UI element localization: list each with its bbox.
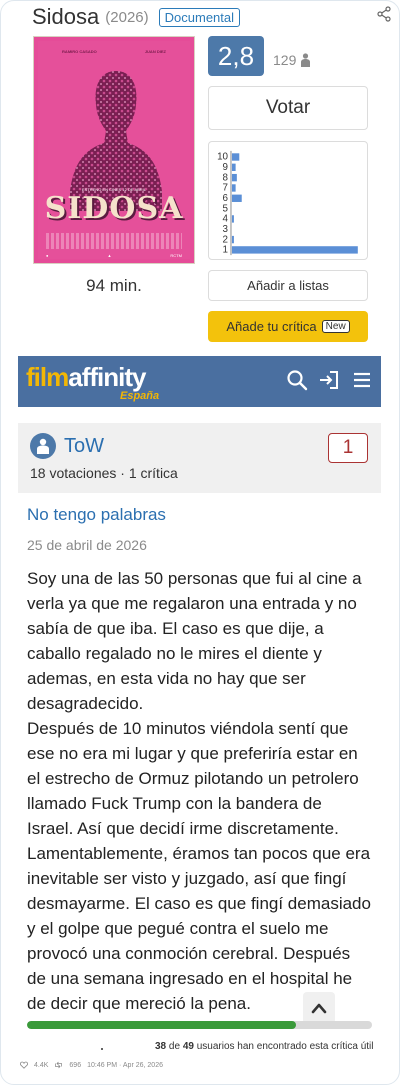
menu-icon[interactable]	[352, 370, 372, 390]
reposts-count: 696	[69, 1061, 82, 1069]
login-icon[interactable]	[318, 369, 340, 391]
useful-summary: 38 de 49 usuarios han encontrado esta cr…	[155, 1041, 374, 1052]
movie-title: Sidosa	[32, 4, 100, 29]
movie-poster[interactable]: RAMIRO CASADO JUAN DIEZ ESTRENO EN CINES…	[33, 36, 195, 264]
average-rating: 2,8	[208, 36, 264, 76]
post-timestamp: 10:46 PM · Apr 26, 2026	[87, 1061, 163, 1069]
user-score: 1	[328, 433, 368, 463]
histogram-label-10: 10	[217, 152, 228, 163]
review-date: 25 de abril de 2026	[27, 537, 147, 553]
scroll-to-top-button[interactable]	[303, 992, 335, 1024]
poster-logo-right: RCTM	[170, 253, 182, 258]
share-icon[interactable]	[376, 6, 392, 22]
search-icon[interactable]	[286, 369, 308, 391]
histogram-bar-4	[231, 215, 234, 223]
user-avatar-icon	[37, 438, 49, 454]
histogram-bar-1	[231, 246, 358, 254]
histogram-bar-10	[231, 153, 240, 161]
histogram-bar-7	[231, 184, 236, 192]
histogram-bar-9	[231, 163, 236, 172]
separator-dot	[101, 1048, 103, 1050]
movie-duration: 94 min.	[86, 276, 142, 295]
vote-button[interactable]: Votar	[208, 86, 368, 130]
histogram-label-4: 4	[223, 214, 229, 225]
rating-histogram: 10987654321	[208, 141, 368, 260]
filmaffinity-navbar: filmaffinity España	[18, 356, 381, 407]
poster-actor-left: RAMIRO CASADO	[62, 49, 97, 54]
histogram-bar-8	[231, 173, 237, 182]
logo-part-film: film	[26, 362, 69, 392]
poster-logo-b: ▲	[107, 253, 112, 258]
histogram-label-8: 8	[223, 172, 229, 183]
histogram-label-6: 6	[223, 193, 229, 204]
poster-title: SIDOSA	[44, 191, 184, 226]
chevron-up-icon	[311, 1003, 327, 1014]
histogram-label-5: 5	[223, 203, 229, 214]
review-paragraph-2: Después de 10 minutos viéndola sentí que…	[27, 719, 371, 1013]
useful-count: 38	[155, 1041, 167, 1052]
logo-country: España	[120, 390, 160, 402]
histogram-label-7: 7	[223, 183, 228, 194]
histogram-label-1: 1	[223, 245, 228, 256]
votes-count-group: 129	[273, 52, 311, 68]
poster-logo-a: ●	[46, 253, 49, 258]
histogram-label-3: 3	[223, 224, 229, 235]
reviewer-card: ToW 18 votaciones · 1 crítica 1	[18, 423, 381, 493]
user-name[interactable]: ToW	[64, 435, 104, 458]
poster-actors: RAMIRO CASADO JUAN DIEZ	[38, 49, 190, 54]
add-review-button[interactable]: Añade tu crítica New	[208, 311, 368, 342]
useful-total: 49	[182, 1041, 194, 1052]
poster-actor-right: JUAN DIEZ	[144, 49, 166, 54]
add-to-lists-button[interactable]: Añadir a listas	[208, 270, 368, 301]
histogram-bar-2	[231, 235, 234, 244]
histogram-bar-6	[231, 194, 242, 202]
histogram-label-9: 9	[223, 162, 228, 173]
poster-logos: ● ▲ RCTM	[46, 253, 182, 258]
review-paragraph-1: Soy una de las 50 personas que fui al ci…	[27, 569, 362, 713]
useful-progress-fill	[27, 1021, 297, 1029]
user-avatar[interactable]	[30, 433, 56, 459]
post-footer: 4.4K 696 10:46 PM · Apr 26, 2026	[20, 1061, 163, 1069]
user-stats: 18 votaciones · 1 crítica	[30, 465, 178, 481]
logo-part-affinity: affinity	[68, 362, 146, 392]
poster-background: RAMIRO CASADO JUAN DIEZ ESTRENO EN CINES…	[38, 41, 190, 259]
review-body: Soy una de las 50 personas que fui al ci…	[27, 566, 372, 1016]
new-badge: New	[321, 320, 350, 333]
histogram-label-2: 2	[223, 234, 228, 245]
repost-icon[interactable]	[54, 1061, 63, 1069]
votes-count: 129	[273, 52, 297, 68]
genre-badge[interactable]: Documental	[158, 7, 241, 27]
movie-header: Sidosa (2026) Documental	[32, 4, 372, 30]
useful-of: de	[168, 1041, 181, 1052]
useful-progress-bar	[27, 1021, 372, 1029]
poster-credits-block	[46, 233, 182, 249]
heart-icon[interactable]	[20, 1061, 28, 1069]
add-review-label: Añade tu crítica	[226, 319, 317, 334]
review-title[interactable]: No tengo palabras	[27, 505, 166, 525]
useful-text: usuarios han encontrado esta crítica úti…	[196, 1041, 374, 1052]
person-icon	[301, 53, 311, 67]
movie-year: (2026)	[105, 8, 149, 26]
filmaffinity-logo[interactable]: filmaffinity	[26, 362, 146, 393]
likes-count: 4.4K	[34, 1061, 49, 1069]
